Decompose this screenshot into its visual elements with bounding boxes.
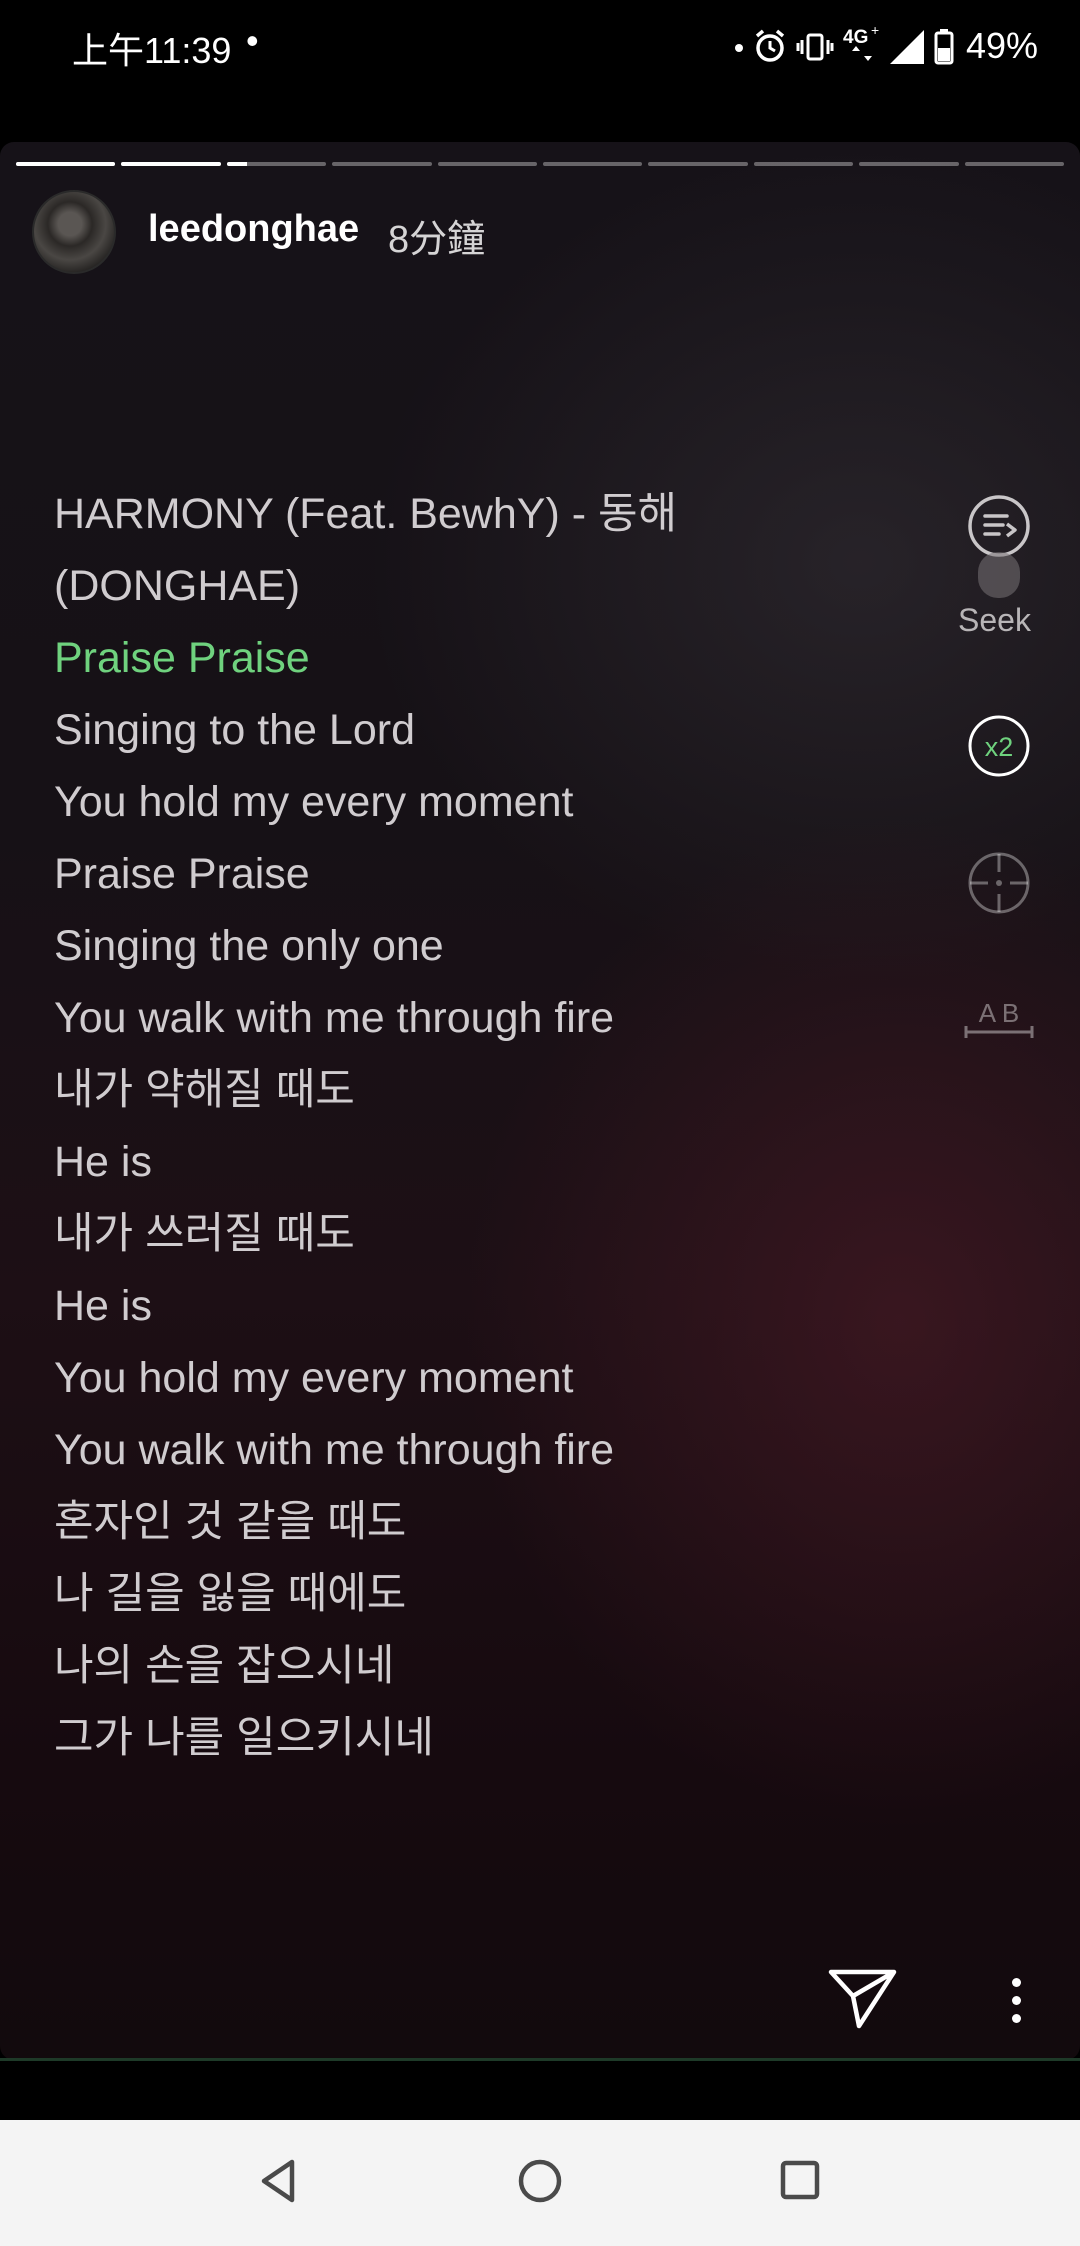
username[interactable]: leedonghae <box>148 208 359 251</box>
signal-icon <box>888 26 926 66</box>
back-triangle-icon[interactable] <box>254 2150 304 2217</box>
notification-dot: • <box>246 20 259 61</box>
lyric-line-active: Praise Praise <box>54 634 310 682</box>
progress-fill <box>226 162 247 166</box>
svg-text:+: + <box>871 23 879 38</box>
network-4g-icon: 4G + <box>842 23 880 69</box>
seek-label: Seek <box>958 602 1031 638</box>
seek-handle[interactable] <box>978 552 1020 598</box>
speed-x2-button[interactable]: x2 <box>967 714 1031 778</box>
navigation-bar <box>0 2120 1080 2246</box>
progress-segment <box>226 162 327 166</box>
battery-icon <box>934 26 954 66</box>
progress-segment <box>964 162 1065 166</box>
status-time: 上午11:39 <box>72 30 232 71</box>
lyric-line: Singing the only one <box>54 922 444 970</box>
more-vertical-icon[interactable] <box>1000 1976 1034 2026</box>
lyric-line: HARMONY (Feat. BewhY) - 동해 <box>54 490 678 538</box>
ab-label: A B <box>979 998 1019 1028</box>
progress-segment <box>437 162 538 166</box>
progress-fill <box>121 162 221 166</box>
home-circle-icon[interactable] <box>514 2150 566 2217</box>
status-icons: 4G + 49% <box>734 18 1038 74</box>
lyric-line: 내가 쓰러질 때도 <box>54 1210 355 1258</box>
battery-percent: 49% <box>965 25 1038 66</box>
lyric-line: 내가 약해질 때도 <box>54 1066 355 1114</box>
progress-segment <box>16 162 116 166</box>
lyric-line: You hold my every moment <box>54 778 574 826</box>
lyric-line: Singing to the Lord <box>54 706 415 754</box>
queue-icon[interactable] <box>967 494 1031 558</box>
status-bar: 上午11:39 • 4G + 49% <box>0 0 1080 92</box>
progress-segment <box>121 162 221 166</box>
lyric-line: 나 길을 잃을 때에도 <box>54 1570 407 1618</box>
progress-segment <box>648 162 748 166</box>
story-time-ago: 8分鐘 <box>388 219 486 261</box>
crosshair-icon[interactable] <box>966 850 1032 916</box>
lyric-line: He is <box>54 1282 152 1330</box>
lyric-line: Praise Praise <box>54 850 310 898</box>
lyric-line: (DONGHAE) <box>54 562 301 610</box>
progress-fill <box>16 162 116 166</box>
ab-repeat-button[interactable]: A B <box>962 996 1036 1044</box>
recents-square-icon[interactable] <box>774 2150 826 2217</box>
progress-segment <box>332 162 432 166</box>
lyric-line: You walk with me through fire <box>54 1426 615 1474</box>
vibrate-icon <box>796 26 834 66</box>
lyric-line: 나의 손을 잡으시네 <box>54 1642 395 1690</box>
send-icon[interactable] <box>826 1966 900 2035</box>
speed-label: x2 <box>985 732 1014 762</box>
small-dot-icon <box>734 26 744 66</box>
lyrics-list: HARMONY (Feat. BewhY) - 동해 (DONGHAE) Prais… <box>54 478 954 1774</box>
progress-segment <box>753 162 854 166</box>
alarm-icon <box>752 26 788 66</box>
lyric-line: You hold my every moment <box>54 1354 574 1402</box>
lyric-line: You walk with me through fire <box>54 994 615 1042</box>
progress-segment <box>859 162 959 166</box>
lyric-line: He is <box>54 1138 152 1186</box>
avatar[interactable] <box>32 190 116 274</box>
network-type-label: 4G <box>843 27 868 48</box>
story-progress-bar <box>16 162 1065 168</box>
lyric-line: 혼자인 것 같을 때도 <box>54 1498 407 1546</box>
lyric-line: 그가 나를 일으키시네 <box>54 1714 434 1762</box>
progress-segment <box>543 162 643 166</box>
story-bottom-edge <box>0 2058 1080 2061</box>
